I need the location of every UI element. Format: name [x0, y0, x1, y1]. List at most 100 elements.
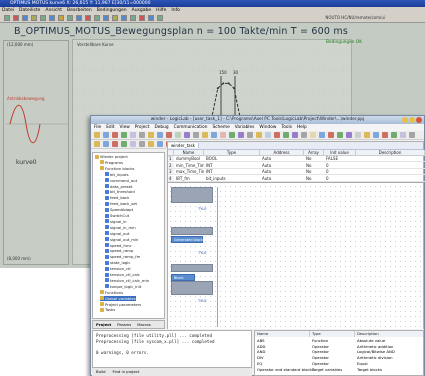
- menu-item[interactable]: Tools: [281, 125, 292, 130]
- toolbar-icon[interactable]: [382, 132, 388, 138]
- toolbar-button[interactable]: [4, 15, 10, 21]
- toolbar-icon[interactable]: [229, 132, 235, 138]
- tree-item[interactable]: feed_back: [105, 195, 129, 200]
- minimize-button[interactable]: [402, 117, 408, 123]
- toolbar-icon[interactable]: [355, 132, 361, 138]
- menu-item[interactable]: Help: [297, 125, 307, 130]
- toolbar-icon[interactable]: [175, 132, 181, 138]
- toolbar-icon[interactable]: [103, 141, 109, 147]
- menu-item[interactable]: File: [94, 125, 101, 130]
- table-cell[interactable]: Auto: [260, 163, 304, 169]
- tree-item[interactable]: Function blocks: [100, 166, 134, 171]
- table-cell[interactable]: INT: [204, 169, 260, 175]
- toolbar-icon[interactable]: [157, 132, 163, 138]
- toolbar-button[interactable]: [148, 15, 154, 21]
- menu-item[interactable]: View: [120, 125, 130, 130]
- menu-item[interactable]: Bearbeiten: [67, 8, 92, 13]
- toolbar-icon[interactable]: [148, 132, 154, 138]
- toolbar-icon[interactable]: [292, 132, 298, 138]
- table-cell[interactable]: bit_inputs: [204, 176, 260, 182]
- toolbar-button[interactable]: [139, 15, 145, 21]
- library-row[interactable]: AND Operator Logical/Bitwise AND: [255, 349, 423, 354]
- output-tab[interactable]: Build: [96, 369, 106, 374]
- toolbar-icon[interactable]: [346, 132, 352, 138]
- tree-item[interactable]: SwitchCut: [105, 213, 129, 218]
- toolbar-icon[interactable]: [94, 132, 100, 138]
- tree-item[interactable]: Functions: [100, 290, 123, 295]
- library-row[interactable]: Operator and standard blocks Target varia…: [255, 367, 423, 372]
- tree-item[interactable]: feed_back_set: [105, 201, 137, 206]
- toolbar-icon[interactable]: [310, 132, 316, 138]
- toolbar-icon[interactable]: [238, 132, 244, 138]
- tree-item[interactable]: Winder project: [95, 154, 128, 159]
- tree-item[interactable]: signal_in_min: [105, 225, 136, 230]
- toolbar-button[interactable]: [13, 15, 19, 21]
- toolbar-icon[interactable]: [328, 132, 334, 138]
- toolbar-icon[interactable]: [121, 141, 127, 147]
- menu-item[interactable]: Edit: [106, 125, 114, 130]
- table-cell[interactable]: [356, 163, 425, 169]
- tree-item[interactable]: command_out: [105, 178, 137, 183]
- block[interactable]: Block: [171, 274, 195, 281]
- toolbar-icon[interactable]: [319, 132, 325, 138]
- library-row[interactable]: ADD Operator Arithmetic addition: [255, 344, 423, 349]
- menu-item[interactable]: Bedingungen: [97, 8, 127, 13]
- tree-item[interactable]: Project parameters: [100, 302, 141, 307]
- toolbar-button[interactable]: [49, 15, 55, 21]
- toolbar-button[interactable]: [58, 15, 64, 21]
- tree-item[interactable]: signal_in: [105, 219, 127, 224]
- tree-item[interactable]: tension_ctl: [105, 266, 131, 271]
- menu-item[interactable]: Info: [171, 8, 180, 13]
- output-tab[interactable]: Find in project: [113, 369, 140, 374]
- menu-item[interactable]: Window: [259, 125, 276, 130]
- toolbar-icon[interactable]: [337, 132, 343, 138]
- table-cell[interactable]: INT: [204, 163, 260, 169]
- tree-item[interactable]: signal_out_min: [105, 237, 138, 242]
- menu-item[interactable]: Dateiliste: [19, 8, 40, 13]
- table-cell[interactable]: 0: [324, 169, 356, 175]
- toolbar-icon[interactable]: [256, 132, 262, 138]
- toolbar-icon[interactable]: [184, 132, 190, 138]
- menu-item[interactable]: Project: [135, 125, 150, 130]
- tree-item[interactable]: speed_func: [105, 243, 132, 248]
- function-block[interactable]: [171, 264, 213, 272]
- toolbar-icon[interactable]: [400, 132, 406, 138]
- toolbar-icon[interactable]: [301, 132, 307, 138]
- tree-item[interactable]: bit_threshold: [105, 189, 135, 194]
- toolbar-button[interactable]: [121, 15, 127, 21]
- toolbar-icon[interactable]: [157, 141, 163, 147]
- menu-item[interactable]: Datei: [2, 8, 14, 13]
- library-row[interactable]: ABS Function Absolute value: [255, 338, 423, 343]
- toolbar-icon[interactable]: [391, 132, 397, 138]
- tree-item[interactable]: speed_ramp_fm: [105, 254, 140, 259]
- function-block[interactable]: [171, 281, 213, 295]
- function-block[interactable]: [171, 187, 213, 203]
- tree-item[interactable]: tension_ctl_calc_min: [105, 278, 149, 283]
- generated-block[interactable]: Generated block: [171, 236, 203, 243]
- table-cell[interactable]: dummyBool: [174, 156, 204, 162]
- toolbar-icon[interactable]: [202, 132, 208, 138]
- toolbar-button[interactable]: [22, 15, 28, 21]
- menu-item[interactable]: Hilfe: [156, 8, 166, 13]
- tree-tab[interactable]: Macros: [137, 322, 150, 327]
- table-cell[interactable]: FALSE: [324, 156, 356, 162]
- toolbar-button[interactable]: [31, 15, 37, 21]
- toolbar-icon[interactable]: [364, 132, 370, 138]
- close-button[interactable]: [416, 117, 422, 123]
- table-cell[interactable]: IBT_fm: [174, 176, 204, 182]
- tree-item[interactable]: Tasks: [100, 307, 115, 312]
- function-block[interactable]: [171, 227, 213, 235]
- toolbar-icon[interactable]: [409, 132, 415, 138]
- table-cell[interactable]: No: [304, 156, 324, 162]
- table-cell[interactable]: [356, 169, 425, 175]
- table-cell[interactable]: Auto: [260, 176, 304, 182]
- table-cell[interactable]: [356, 156, 425, 162]
- menu-item[interactable]: Debug: [154, 125, 168, 130]
- menu-item[interactable]: Ansicht: [45, 8, 62, 13]
- toolbar-icon[interactable]: [130, 141, 136, 147]
- tree-item[interactable]: Programs: [100, 160, 123, 165]
- toolbar-button[interactable]: [112, 15, 118, 21]
- menu-item[interactable]: Ausgabe: [132, 8, 152, 13]
- table-cell[interactable]: Auto: [260, 156, 304, 162]
- tree-item[interactable]: speed_ramp: [105, 248, 133, 253]
